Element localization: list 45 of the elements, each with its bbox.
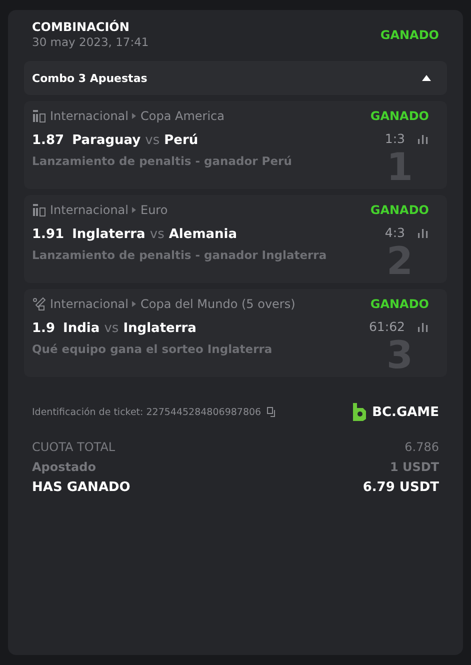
match-teams: Paraguay vs Perú xyxy=(72,133,198,148)
brand-logo-icon xyxy=(352,403,366,421)
total-label: CUOTA TOTAL xyxy=(32,440,116,454)
match-score: 61:62 xyxy=(368,319,405,334)
market-text: Qué equipo gana el sorteo Inglaterra xyxy=(32,342,274,356)
chevron-icon xyxy=(132,301,136,307)
total-label: HAS GANADO xyxy=(32,480,130,495)
stats-icon[interactable] xyxy=(417,134,429,144)
selection-status: GANADO xyxy=(370,203,429,217)
combo-toggle[interactable]: Combo 3 Apuestas xyxy=(24,61,447,95)
selection-status: GANADO xyxy=(370,297,429,311)
match-score: 4:3 xyxy=(384,225,405,240)
match-teams: Inglaterra vs Alemania xyxy=(72,227,238,242)
total-label: Apostado xyxy=(32,460,96,474)
selection-odds: 1.9 xyxy=(32,321,56,336)
copy-icon[interactable] xyxy=(267,407,278,417)
caret-up-icon xyxy=(422,75,431,81)
match-score: 1:3 xyxy=(384,131,405,146)
bet-status: GANADO xyxy=(380,28,439,42)
selection-odds: 1.87 xyxy=(32,133,64,148)
region: Internacional xyxy=(50,109,128,123)
stats-icon[interactable] xyxy=(417,228,429,238)
match-teams: India vs Inglaterra xyxy=(63,321,196,336)
region: Internacional xyxy=(50,297,128,311)
tournament-logo-icon xyxy=(32,203,46,217)
brand-name: BC.GAME xyxy=(372,404,439,420)
total-value: 6.79 USDT xyxy=(362,480,439,495)
combo-label: Combo 3 Apuestas xyxy=(32,72,148,84)
market-text: Lanzamiento de penaltis - ganador Inglaterra xyxy=(32,248,328,262)
league: Copa del Mundo (5 overs) xyxy=(140,297,296,311)
selection-status: GANADO xyxy=(370,109,429,123)
chevron-icon xyxy=(132,207,136,213)
ticket-id: Identificación de ticket: 2275445284806987806 xyxy=(32,406,262,418)
bet-type: COMBINACIÓN xyxy=(32,20,130,34)
chevron-icon xyxy=(132,113,136,119)
total-value: 1 USDT xyxy=(390,460,439,474)
league: Copa America xyxy=(140,109,224,123)
total-value: 6.786 xyxy=(404,440,439,454)
cricket-bat-icon xyxy=(32,297,46,311)
league: Euro xyxy=(140,203,168,217)
stats-icon[interactable] xyxy=(417,322,429,332)
selection-odds: 1.91 xyxy=(32,227,64,242)
region: Internacional xyxy=(50,203,128,217)
tournament-logo-icon xyxy=(32,109,46,123)
bet-date: 30 may 2023, 17:41 xyxy=(32,35,149,49)
